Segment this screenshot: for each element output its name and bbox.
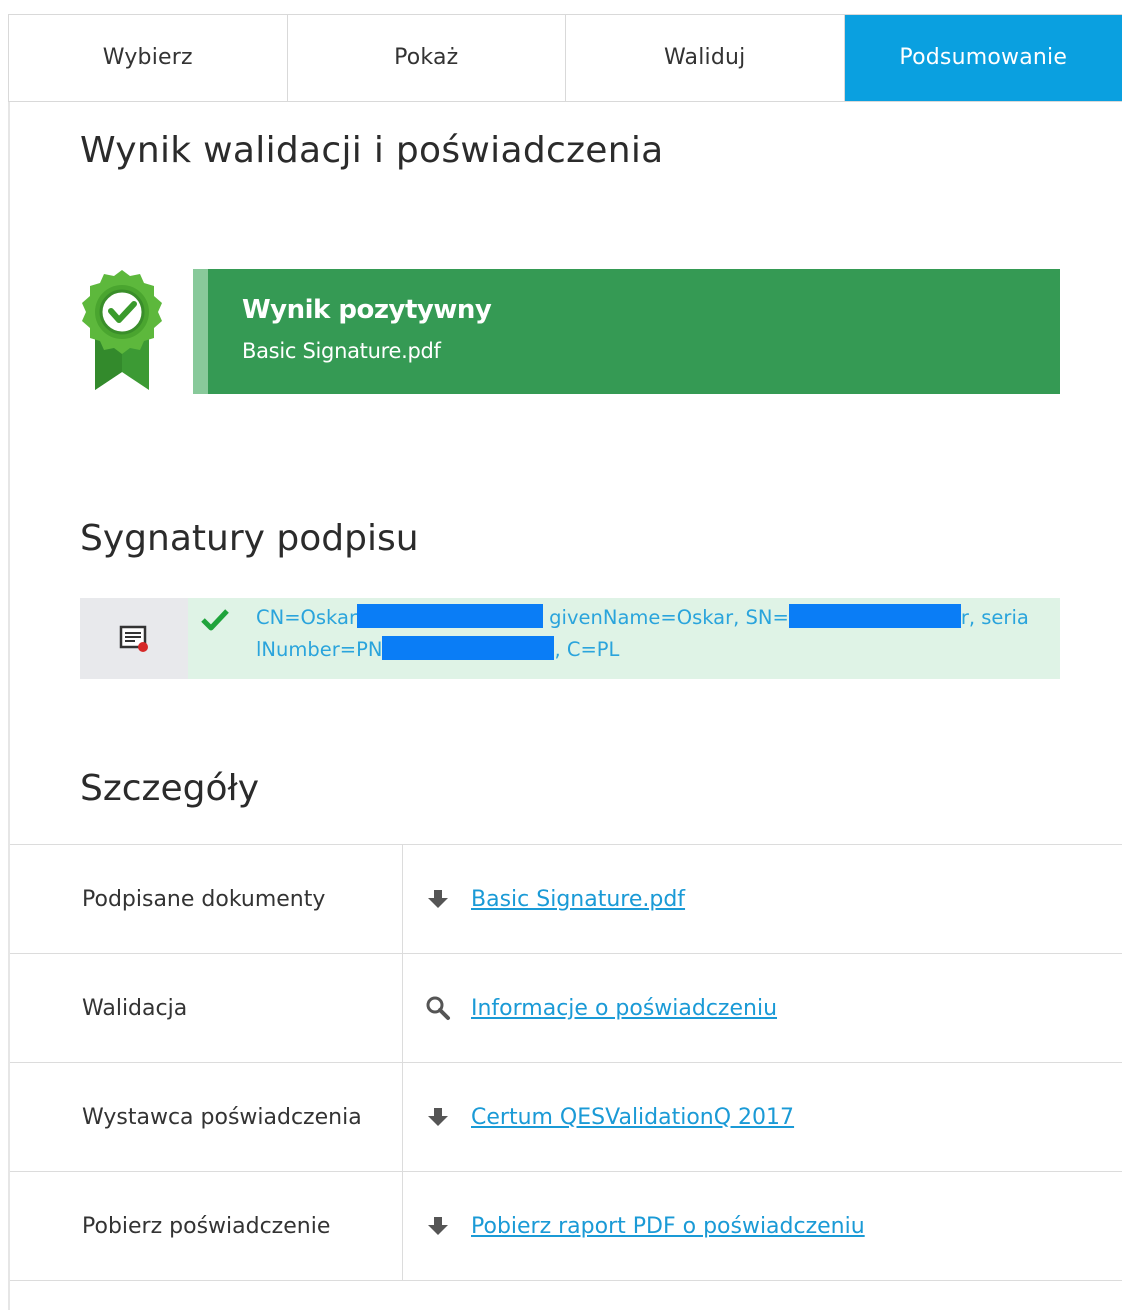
signature-given-name: givenName=Oskar, SN= xyxy=(542,606,789,629)
row-label: Walidacja xyxy=(10,954,403,1062)
wizard-tabs: Wybierz Pokaż Waliduj Podsumowanie xyxy=(8,14,1122,102)
signature-row[interactable]: CN=Oskar givenName=Oskar, SN= r, seria lN… xyxy=(80,598,1060,679)
redaction-block xyxy=(382,636,555,660)
table-row: Podpisane dokumenty Basic Signature.pdf xyxy=(10,845,1122,954)
result-file-name: Basic Signature.pdf xyxy=(242,339,441,363)
page-title: Wynik walidacji i poświadczenia xyxy=(80,130,664,171)
redaction-block xyxy=(356,604,543,628)
table-row: Walidacja Informacje o poświadczeniu xyxy=(10,954,1122,1063)
signature-country: , C=PL xyxy=(554,638,620,661)
result-title: Wynik pozytywny xyxy=(242,295,492,325)
tab-waliduj[interactable]: Waliduj xyxy=(566,15,845,101)
signature-subject: CN=Oskar givenName=Oskar, SN= r, seria lN… xyxy=(256,602,1036,666)
tab-label: Waliduj xyxy=(664,44,746,70)
tab-wybierz[interactable]: Wybierz xyxy=(9,15,288,101)
tab-label: Podsumowanie xyxy=(899,44,1068,70)
tab-pokaz[interactable]: Pokaż xyxy=(288,15,566,101)
download-arrow-icon xyxy=(423,884,453,914)
row-value: Basic Signature.pdf xyxy=(403,845,1122,953)
row-value: Informacje o poświadczeniu xyxy=(403,954,1122,1062)
details-table: Podpisane dokumenty Basic Signature.pdf … xyxy=(10,844,1122,1281)
tab-podsumowanie[interactable]: Podsumowanie xyxy=(844,15,1122,101)
award-ribbon-check-icon xyxy=(78,268,166,396)
signature-cn: CN=Oskar xyxy=(256,606,357,629)
redaction-block xyxy=(788,604,961,628)
certificate-icon xyxy=(119,625,148,652)
tab-label: Pokaż xyxy=(394,44,459,70)
signature-icon-cell xyxy=(80,598,188,679)
row-label: Podpisane dokumenty xyxy=(10,845,403,953)
row-label: Wystawca poświadczenia xyxy=(10,1063,403,1171)
signatures-heading: Sygnatury podpisu xyxy=(80,518,419,559)
signed-document-link[interactable]: Basic Signature.pdf xyxy=(471,887,685,912)
signature-serial-label: r, seria xyxy=(960,606,1029,629)
signature-serial-number: lNumber=PN xyxy=(256,638,383,661)
download-arrow-icon xyxy=(423,1102,453,1132)
row-value: Certum QESValidationQ 2017 xyxy=(403,1063,1122,1171)
issuer-certificate-link[interactable]: Certum QESValidationQ 2017 xyxy=(471,1105,794,1130)
row-value: Pobierz raport PDF o poświadczeniu xyxy=(403,1172,1122,1280)
validation-result-banner: Wynik pozytywny Basic Signature.pdf xyxy=(193,269,1060,394)
check-icon xyxy=(201,609,229,631)
download-report-link[interactable]: Pobierz raport PDF o poświadczeniu xyxy=(471,1214,865,1239)
validation-info-link[interactable]: Informacje o poświadczeniu xyxy=(471,996,777,1021)
magnifier-icon xyxy=(423,993,453,1023)
download-arrow-icon xyxy=(423,1211,453,1241)
page: Wybierz Pokaż Waliduj Podsumowanie Wynik… xyxy=(0,0,1122,1310)
details-heading: Szczegóły xyxy=(80,768,259,809)
tab-label: Wybierz xyxy=(102,44,193,70)
row-label: Pobierz poświadczenie xyxy=(10,1172,403,1280)
signature-details: CN=Oskar givenName=Oskar, SN= r, seria lN… xyxy=(188,598,1060,679)
table-row: Wystawca poświadczenia Certum QESValidat… xyxy=(10,1063,1122,1172)
table-row: Pobierz poświadczenie Pobierz raport PDF… xyxy=(10,1172,1122,1281)
